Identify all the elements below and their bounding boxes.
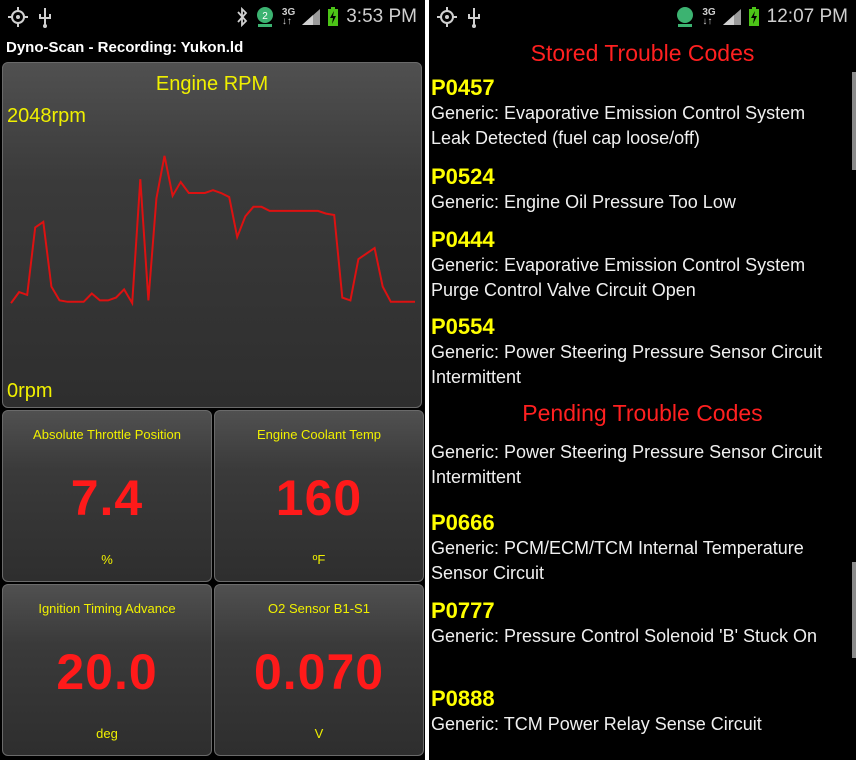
gauge-unit: %	[101, 552, 113, 567]
scrollbar[interactable]	[852, 72, 856, 170]
stored-codes-title: Stored Trouble Codes	[530, 40, 755, 66]
gauge-title: O2 Sensor B1-S1	[268, 601, 370, 616]
dtc-description: Generic: Evaporative Emission Control Sy…	[431, 103, 806, 148]
pending-codes-list[interactable]: P0554 Generic: Power Steering Pressure S…	[429, 398, 856, 760]
list-item[interactable]: P0554 Generic: Power Steering Pressure S…	[431, 314, 846, 390]
status-time: 12:07 PM	[766, 6, 848, 27]
engine-rpm-chart-panel[interactable]: Engine RPM 2048rpm 0rpm	[2, 62, 422, 408]
usb-icon	[468, 8, 480, 28]
chart-min-label: 0rpm	[7, 380, 53, 402]
dtc-code: P0444	[431, 227, 495, 252]
rpm-series-line	[10, 155, 415, 307]
gauge-value: 7.4	[70, 470, 144, 526]
app-notification-icon	[677, 7, 694, 27]
trouble-codes-screen: 3G ↓↑ 12:07 PM Stored Trouble Codes P0457…	[429, 0, 856, 760]
battery-charging-icon	[328, 7, 339, 26]
gauge-absolute-throttle-position[interactable]: Absolute Throttle Position 7.4 %	[2, 410, 212, 582]
list-item[interactable]: P0888 Generic: TCM Power Relay Sense Cir…	[431, 686, 846, 737]
bluetooth-icon	[237, 7, 248, 27]
network-type-indicator: 3G ↓↑	[702, 7, 716, 27]
gauge-title: Engine Coolant Temp	[256, 427, 382, 442]
list-item[interactable]: P0666 Generic: PCM/ECM/TCM Internal Temp…	[431, 510, 846, 586]
app-title: Dyno-Scan - Recording: Yukon.ld	[0, 36, 425, 60]
dtc-description: Generic: Engine Oil Pressure Too Low	[431, 192, 736, 212]
gauge-unit: ºF	[312, 552, 326, 567]
chart-title: Engine RPM	[155, 73, 269, 95]
signal-strength-icon	[722, 9, 741, 25]
scrollbar[interactable]	[852, 562, 856, 658]
dtc-code: P0666	[431, 510, 495, 535]
dtc-code: P0777	[431, 598, 495, 623]
gauge-unit: V	[314, 726, 324, 741]
gps-icon	[8, 7, 28, 27]
status-time: 3:53 PM	[346, 6, 417, 27]
dtc-description: Generic: PCM/ECM/TCM Internal Temperatur…	[431, 538, 804, 583]
gauge-value: 0.070	[253, 644, 385, 700]
gauge-unit: deg	[96, 726, 118, 741]
list-item[interactable]: P0457 Generic: Evaporative Emission Cont…	[431, 75, 846, 151]
dtc-code: P0457	[431, 75, 495, 100]
gauge-o2-sensor-b1-s1[interactable]: O2 Sensor B1-S1 0.070 V	[214, 584, 424, 756]
dtc-code: P0888	[431, 686, 495, 711]
list-item[interactable]: P0444 Generic: Evaporative Emission Cont…	[431, 227, 846, 303]
pending-codes-title: Pending Trouble Codes	[522, 400, 763, 426]
svg-text:2: 2	[262, 11, 268, 22]
dtc-description: Generic: Power Steering Pressure Sensor …	[431, 342, 823, 387]
dtc-code: P0554	[431, 314, 495, 339]
gauge-value: 160	[275, 470, 363, 526]
gauge-ignition-timing-advance[interactable]: Ignition Timing Advance 20.0 deg	[2, 584, 212, 756]
gauge-engine-coolant-temp[interactable]: Engine Coolant Temp 160 ºF	[214, 410, 424, 582]
gauge-value: 20.0	[56, 644, 158, 700]
signal-strength-icon	[302, 9, 321, 25]
dtc-description: Generic: TCM Power Relay Sense Circuit	[431, 714, 762, 734]
list-item[interactable]: P0777 Generic: Pressure Control Solenoid…	[431, 598, 846, 649]
dyno-scan-dashboard-screen: 2 3G ↓↑ 3:53 PM Dyno-Scan - Recording: Yu…	[0, 0, 425, 760]
dtc-code: P0524	[431, 164, 495, 189]
status-bar: 2 3G ↓↑ 3:53 PM	[0, 0, 425, 36]
battery-charging-icon	[748, 7, 759, 26]
dtc-description: Generic: Pressure Control Solenoid 'B' S…	[431, 626, 818, 646]
gps-icon	[437, 7, 457, 27]
gauge-title: Ignition Timing Advance	[38, 601, 176, 616]
list-item[interactable]: P0524 Generic: Engine Oil Pressure Too L…	[431, 164, 846, 215]
status-bar: 3G ↓↑ 12:07 PM	[429, 0, 856, 36]
network-type-indicator: 3G ↓↑	[281, 7, 296, 27]
gauge-title: Absolute Throttle Position	[33, 427, 181, 442]
dtc-description: Generic: Evaporative Emission Control Sy…	[431, 255, 806, 300]
dtc-description: Generic: Power Steering Pressure Sensor …	[431, 442, 823, 487]
app-notification-icon: 2	[256, 7, 273, 27]
usb-icon	[39, 8, 51, 28]
chart-max-label: 2048rpm	[7, 105, 86, 127]
